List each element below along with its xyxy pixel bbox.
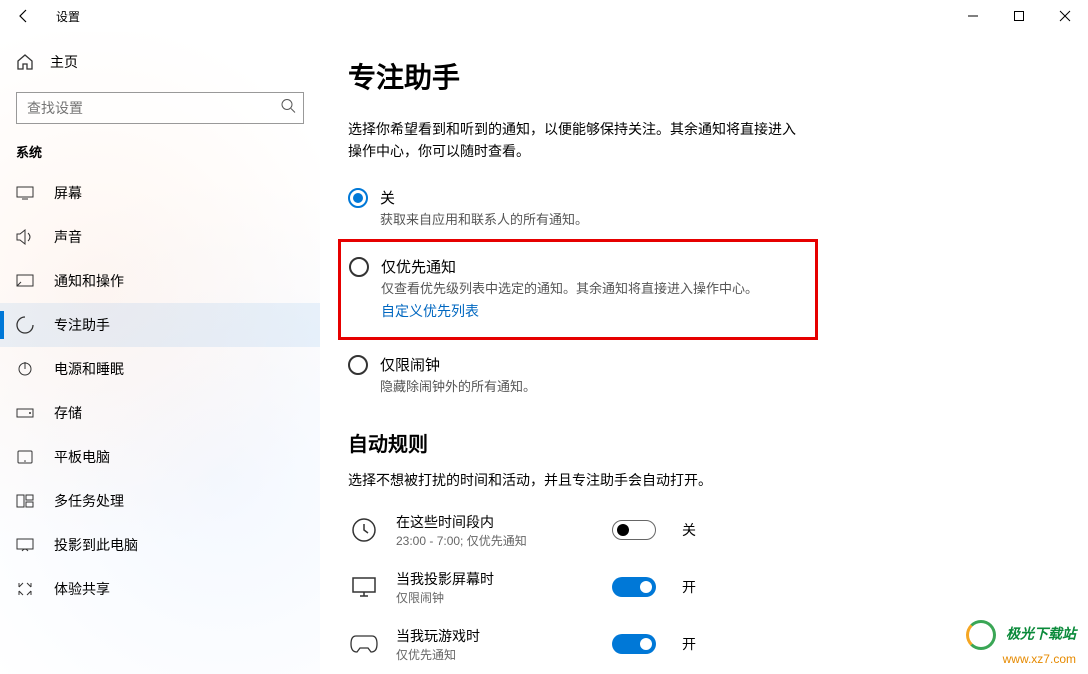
- rule-toggle[interactable]: [612, 520, 656, 540]
- multitasking-icon: [16, 492, 34, 510]
- sidebar-item-multitasking[interactable]: 多任务处理: [0, 479, 320, 523]
- sidebar-item-label: 投影到此电脑: [54, 535, 138, 555]
- sound-icon: [16, 228, 34, 246]
- customize-priority-link[interactable]: 自定义优先列表: [381, 301, 479, 321]
- sidebar-item-label: 声音: [54, 227, 82, 247]
- title-bar: 设置: [0, 0, 1088, 32]
- maximize-button[interactable]: [996, 0, 1042, 32]
- maximize-icon: [1013, 10, 1025, 22]
- home-icon: [16, 53, 34, 71]
- radio-alarms[interactable]: 仅限闹钟 隐藏除闹钟外的所有通知。: [348, 348, 1048, 403]
- power-icon: [16, 360, 34, 378]
- rule-toggle[interactable]: [612, 634, 656, 654]
- radio-label: 仅限闹钟: [380, 354, 1048, 375]
- rule-title: 当我投影屏幕时: [396, 569, 596, 589]
- toggle-state: 开: [682, 634, 696, 654]
- search-box[interactable]: [16, 92, 304, 124]
- toggle-state: 关: [682, 520, 696, 540]
- shared-icon: [16, 580, 34, 598]
- radio-sublabel: 隐藏除闹钟外的所有通知。: [380, 377, 1048, 397]
- monitor-icon: [348, 571, 380, 603]
- projecting-icon: [16, 536, 34, 554]
- toggle-state: 开: [682, 577, 696, 597]
- sidebar-item-projecting[interactable]: 投影到此电脑: [0, 523, 320, 567]
- sidebar-item-label: 存储: [54, 403, 82, 423]
- search-input[interactable]: [16, 92, 304, 124]
- rule-sub: 仅优先通知: [396, 646, 596, 663]
- sidebar-item-label: 专注助手: [54, 315, 110, 335]
- sidebar-item-power[interactable]: 电源和睡眠: [0, 347, 320, 391]
- main-content: 专注助手 选择你希望看到和听到的通知，以便能够保持关注。其余通知将直接进入操作中…: [320, 32, 1088, 674]
- focus-assist-icon: [16, 316, 34, 334]
- home-label: 主页: [50, 52, 78, 72]
- sidebar-item-sound[interactable]: 声音: [0, 215, 320, 259]
- highlight-annotation: 仅优先通知 仅查看优先级列表中选定的通知。其余通知将直接进入操作中心。 自定义优…: [338, 239, 818, 340]
- rules-heading: 自动规则: [348, 428, 1048, 457]
- sidebar-item-label: 屏幕: [54, 183, 82, 203]
- page-title: 专注助手: [348, 56, 1048, 96]
- radio-label: 仅优先通知: [381, 256, 807, 277]
- section-label: 系统: [0, 142, 320, 171]
- sidebar-item-label: 体验共享: [54, 579, 110, 599]
- rule-projecting[interactable]: 当我投影屏幕时 仅限闹钟 开: [348, 559, 1048, 616]
- rule-toggle[interactable]: [612, 577, 656, 597]
- window-controls: [950, 0, 1088, 32]
- radio-priority[interactable]: 仅优先通知 仅查看优先级列表中选定的通知。其余通知将直接进入操作中心。 自定义优…: [349, 250, 807, 327]
- sidebar-item-label: 电源和睡眠: [54, 359, 124, 379]
- sidebar-item-focus-assist[interactable]: 专注助手: [0, 303, 320, 347]
- storage-icon: [16, 404, 34, 422]
- sidebar-item-tablet[interactable]: 平板电脑: [0, 435, 320, 479]
- sidebar-item-label: 平板电脑: [54, 447, 110, 467]
- sidebar-item-notifications[interactable]: 通知和操作: [0, 259, 320, 303]
- sidebar-item-display[interactable]: 屏幕: [0, 171, 320, 215]
- arrow-left-icon: [16, 8, 32, 24]
- radio-icon: [349, 257, 369, 277]
- radio-off[interactable]: 关 获取来自应用和联系人的所有通知。: [348, 181, 1048, 236]
- radio-icon: [348, 355, 368, 375]
- minimize-icon: [967, 10, 979, 22]
- tablet-icon: [16, 448, 34, 466]
- radio-sublabel: 获取来自应用和联系人的所有通知。: [380, 210, 1048, 230]
- sidebar-item-label: 通知和操作: [54, 271, 124, 291]
- page-description: 选择你希望看到和听到的通知，以便能够保持关注。其余通知将直接进入操作中心，你可以…: [348, 118, 808, 163]
- gamepad-icon: [348, 628, 380, 660]
- rule-title: 在这些时间段内: [396, 512, 596, 532]
- clock-icon: [348, 514, 380, 546]
- display-icon: [16, 184, 34, 202]
- rule-time[interactable]: 在这些时间段内 23:00 - 7:00; 仅优先通知 关: [348, 502, 1048, 559]
- sidebar-item-shared[interactable]: 体验共享: [0, 567, 320, 611]
- rule-gaming[interactable]: 当我玩游戏时 仅优先通知 开: [348, 616, 1048, 673]
- home-link[interactable]: 主页: [0, 44, 320, 80]
- back-button[interactable]: [0, 0, 48, 32]
- rule-sub: 23:00 - 7:00; 仅优先通知: [396, 532, 596, 549]
- notifications-icon: [16, 272, 34, 290]
- sidebar: 主页 系统 屏幕 声音 通知和操作 专注助手 电源和睡眠 存储: [0, 32, 320, 674]
- sidebar-item-storage[interactable]: 存储: [0, 391, 320, 435]
- window-title: 设置: [56, 8, 80, 25]
- radio-label: 关: [380, 187, 1048, 208]
- rule-sub: 仅限闹钟: [396, 589, 596, 606]
- sidebar-item-label: 多任务处理: [54, 491, 124, 511]
- minimize-button[interactable]: [950, 0, 996, 32]
- radio-sublabel: 仅查看优先级列表中选定的通知。其余通知将直接进入操作中心。: [381, 279, 807, 299]
- close-icon: [1059, 10, 1071, 22]
- radio-icon: [348, 188, 368, 208]
- rules-description: 选择不想被打扰的时间和活动，并且专注助手会自动打开。: [348, 469, 808, 491]
- search-icon: [280, 98, 296, 119]
- close-button[interactable]: [1042, 0, 1088, 32]
- rule-title: 当我玩游戏时: [396, 626, 596, 646]
